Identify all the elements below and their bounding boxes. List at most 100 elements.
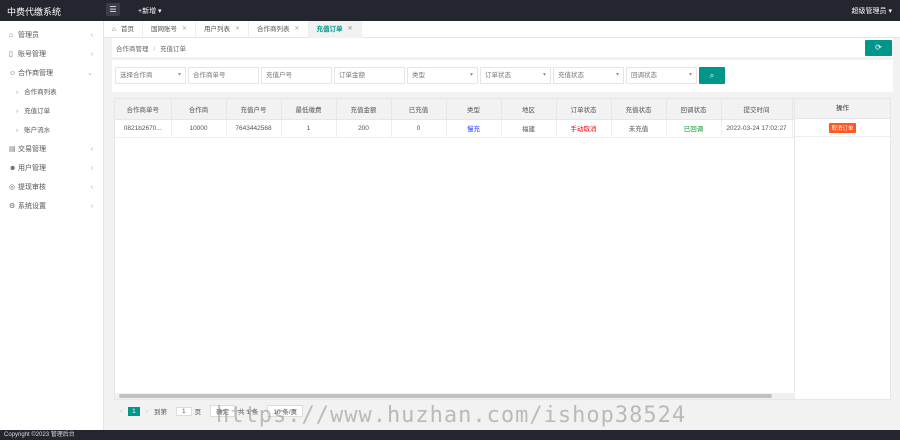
- column-header[interactable]: 已充值: [391, 99, 447, 120]
- app-title: 中费代缴系统: [7, 7, 62, 17]
- filter-panel: 选择合作商 ▾ 合作商单号 充值户号 订单金额 类型 ▾ 订单状态 ▾ 充值状态 ▾ 回…: [112, 60, 893, 92]
- orders-table-grid: 合作商单号 合作商 充值户号 最低缴费 充值金额 已充值 类型 地区 订单状态 …: [115, 99, 806, 138]
- column-header[interactable]: 提交时间: [721, 99, 793, 120]
- cell-min-fee: 1: [281, 119, 337, 138]
- order-amount-input[interactable]: 订单金额: [334, 67, 405, 84]
- sidebar-subitem-partner-list[interactable]: › 合作商列表: [0, 83, 103, 102]
- column-header[interactable]: 充值状态: [611, 99, 667, 120]
- cell-callback-status: 已回调: [666, 119, 722, 138]
- sidebar-item-admin[interactable]: ⌂ 管理员 ‹: [0, 26, 103, 45]
- column-header[interactable]: 充值金额: [336, 99, 392, 120]
- sidebar-item-settings[interactable]: ⚙ 系统设置 ‹: [0, 197, 103, 216]
- column-header[interactable]: 合作商单号: [115, 99, 172, 120]
- order-amount-placeholder: 订单金额: [339, 72, 365, 79]
- order-status-placeholder: 订单状态: [485, 72, 511, 79]
- partner-select[interactable]: 选择合作商 ▾: [115, 67, 186, 84]
- tab-user-list[interactable]: 用户列表 ✕: [196, 21, 249, 38]
- account-input[interactable]: 充值户号: [261, 67, 332, 84]
- chevron-left-icon: ‹: [90, 146, 93, 153]
- cell-partner: 10000: [171, 119, 227, 138]
- gear-icon: ⚙: [9, 203, 16, 210]
- globe-icon: ◎: [9, 184, 16, 191]
- table-row[interactable]: 0821b2670... 10000 7643442568 1 200 0 慢充…: [115, 119, 806, 138]
- cancel-order-button[interactable]: 取消订单: [829, 122, 856, 133]
- close-icon[interactable]: ✕: [295, 21, 300, 38]
- partner-order-input[interactable]: 合作商单号: [188, 67, 259, 84]
- tab-bar: ⌂ 首页 国网账号 ✕ 用户列表 ✕ 合作商列表 ✕ 充值订单 ✕: [104, 21, 900, 38]
- account-placeholder: 充值户号: [266, 72, 292, 79]
- recharge-status-select[interactable]: 充值状态 ▾: [553, 67, 624, 84]
- tab-grid-accounts[interactable]: 国网账号 ✕: [143, 21, 196, 38]
- chevron-down-icon: ▾: [177, 72, 181, 78]
- cell-submit-time: 2022-03-24 17:02:27: [721, 119, 793, 138]
- sidebar-subitem-label: 账户流水: [24, 127, 51, 134]
- sidebar-item-label: 账号管理: [18, 51, 46, 58]
- column-header[interactable]: 最低缴费: [281, 99, 337, 120]
- chevron-down-icon: ▾: [469, 72, 473, 78]
- chevron-down-icon: ▾: [542, 72, 546, 78]
- sidebar-item-transactions[interactable]: ▤ 交易管理 ‹: [0, 140, 103, 159]
- column-header[interactable]: 订单状态: [556, 99, 612, 120]
- horizontal-scrollbar[interactable]: [115, 393, 795, 399]
- orders-table: 合作商单号 合作商 充值户号 最低缴费 充值金额 已充值 类型 地区 订单状态 …: [114, 98, 891, 400]
- cell-recharge-status: 未充值: [611, 119, 667, 138]
- type-select[interactable]: 类型 ▾: [407, 67, 478, 84]
- operations-column: 操作 取消订单: [794, 99, 890, 399]
- admin-label: 超级管理员: [851, 8, 887, 15]
- sidebar-subitem-recharge-orders[interactable]: › 充值订单: [0, 102, 103, 121]
- chevron-down-icon: ▾: [158, 8, 162, 15]
- column-header[interactable]: 地区: [501, 99, 557, 120]
- refresh-button[interactable]: ⟳: [865, 40, 892, 56]
- chevron-left-icon: ‹: [90, 184, 93, 191]
- prev-page-icon[interactable]: ‹: [120, 408, 122, 415]
- sidebar-item-users[interactable]: ☻ 用户管理 ‹: [0, 159, 103, 178]
- column-header: 操作: [795, 99, 890, 119]
- chevron-right-icon: ›: [16, 89, 19, 96]
- sidebar-item-withdrawal[interactable]: ◎ 提现审核 ‹: [0, 178, 103, 197]
- sidebar-subitem-label: 合作商列表: [24, 89, 57, 96]
- breadcrumb-bar: 合作商管理 / 充值订单: [112, 38, 893, 57]
- close-icon[interactable]: ✕: [235, 21, 240, 38]
- close-icon[interactable]: ✕: [348, 21, 353, 38]
- cell-order-no: 0821b2670...: [115, 119, 172, 138]
- column-header[interactable]: 类型: [446, 99, 502, 120]
- search-icon: ⌕: [709, 71, 715, 80]
- cell-region: 福建: [501, 119, 557, 138]
- page-input[interactable]: 1: [175, 406, 192, 416]
- sidebar-item-partners[interactable]: ☺ 合作商管理 ⌄: [0, 64, 103, 83]
- new-menu-dropdown[interactable]: +新增 ▾: [138, 6, 162, 16]
- tab-recharge-orders[interactable]: 充值订单 ✕: [308, 21, 362, 38]
- admin-user-menu[interactable]: 超级管理员 ▾: [852, 6, 892, 16]
- order-status-select[interactable]: 订单状态 ▾: [480, 67, 551, 84]
- tab-home[interactable]: ⌂ 首页: [104, 21, 143, 38]
- sidebar-subitem-account-flow[interactable]: › 账户流水: [0, 121, 103, 140]
- cell-paid: 0: [391, 119, 447, 138]
- breadcrumb-parent[interactable]: 合作商管理: [116, 46, 149, 53]
- page-unit: 页: [194, 409, 202, 416]
- sidebar-item-accounts[interactable]: ▯ 账号管理 ‹: [0, 45, 103, 64]
- column-header[interactable]: 充值户号: [226, 99, 282, 120]
- chevron-down-icon: ▾: [688, 72, 692, 78]
- close-icon[interactable]: ✕: [182, 21, 187, 38]
- menu-toggle-icon[interactable]: ☰: [106, 3, 120, 16]
- cell-amount: 200: [336, 119, 392, 138]
- cell-order-status: 手动取消: [556, 119, 612, 138]
- phone-icon: ▯: [9, 51, 13, 58]
- chevron-down-icon: ⌄: [87, 70, 93, 77]
- breadcrumb-current: 充值订单: [159, 46, 186, 53]
- current-page[interactable]: 1: [128, 406, 140, 416]
- column-header[interactable]: 合作商: [171, 99, 227, 120]
- new-menu-label: +新增: [138, 8, 157, 15]
- chevron-left-icon: ‹: [90, 165, 93, 172]
- column-header[interactable]: 回调状态: [666, 99, 722, 120]
- scrollbar-thumb[interactable]: [119, 394, 772, 398]
- callback-status-placeholder: 回调状态: [631, 72, 657, 79]
- partner-select-placeholder: 选择合作商: [120, 72, 153, 79]
- sidebar-item-label: 系统设置: [18, 203, 46, 210]
- tab-partner-list[interactable]: 合作商列表 ✕: [249, 21, 309, 38]
- next-page-icon[interactable]: ›: [146, 408, 148, 415]
- cell-type: 慢充: [446, 119, 502, 138]
- search-button[interactable]: ⌕: [699, 67, 725, 84]
- callback-status-select[interactable]: 回调状态 ▾: [626, 67, 697, 84]
- watermark: https://www.huzhan.com/ishop38524: [216, 403, 687, 428]
